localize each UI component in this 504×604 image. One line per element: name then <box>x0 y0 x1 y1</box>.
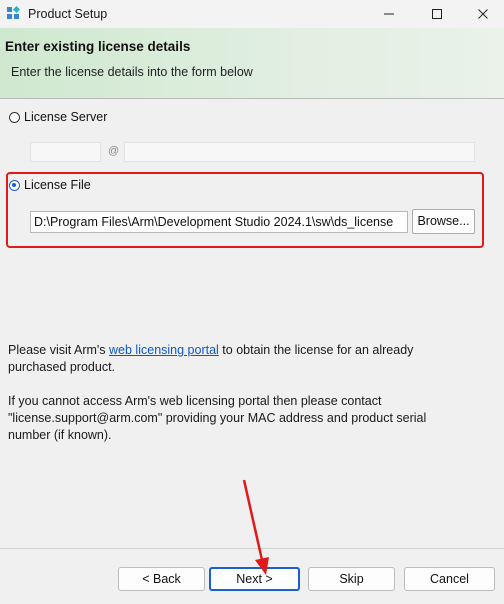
license-file-label[interactable]: License File <box>24 178 91 192</box>
cancel-button[interactable]: Cancel <box>404 567 495 591</box>
license-server-host-field[interactable] <box>124 142 475 162</box>
page-title: Enter existing license details <box>5 39 191 54</box>
header-banner: Enter existing license details Enter the… <box>0 28 504 99</box>
info-paragraph-portal: Please visit Arm's web licensing portal … <box>8 342 468 376</box>
browse-button[interactable]: Browse... <box>412 209 475 234</box>
page-subtitle: Enter the license details into the form … <box>11 65 253 79</box>
license-file-path-input[interactable]: D:\Program Files\Arm\Development Studio … <box>30 211 408 233</box>
license-file-radio[interactable] <box>9 180 20 191</box>
next-button[interactable]: Next > <box>209 567 300 591</box>
app-icon <box>7 6 20 19</box>
window-title: Product Setup <box>28 7 108 21</box>
info-paragraph-contact: If you cannot access Arm's web licensing… <box>8 394 427 442</box>
title-bar: Product Setup <box>0 0 504 28</box>
maximize-button[interactable] <box>414 0 460 28</box>
skip-button[interactable]: Skip <box>308 567 395 591</box>
maximize-icon <box>432 9 442 19</box>
license-server-port-field[interactable] <box>30 142 101 162</box>
minimize-button[interactable] <box>366 0 412 28</box>
web-licensing-portal-link[interactable]: web licensing portal <box>109 343 219 357</box>
info-text: Please visit Arm's <box>8 343 110 357</box>
license-server-radio[interactable] <box>9 112 20 123</box>
minimize-icon <box>384 13 394 15</box>
close-button[interactable] <box>460 0 504 28</box>
back-button[interactable]: < Back <box>118 567 205 591</box>
close-icon <box>478 9 488 19</box>
footer-divider <box>0 548 504 549</box>
at-separator: @ <box>108 145 120 157</box>
license-server-label[interactable]: License Server <box>24 110 107 124</box>
